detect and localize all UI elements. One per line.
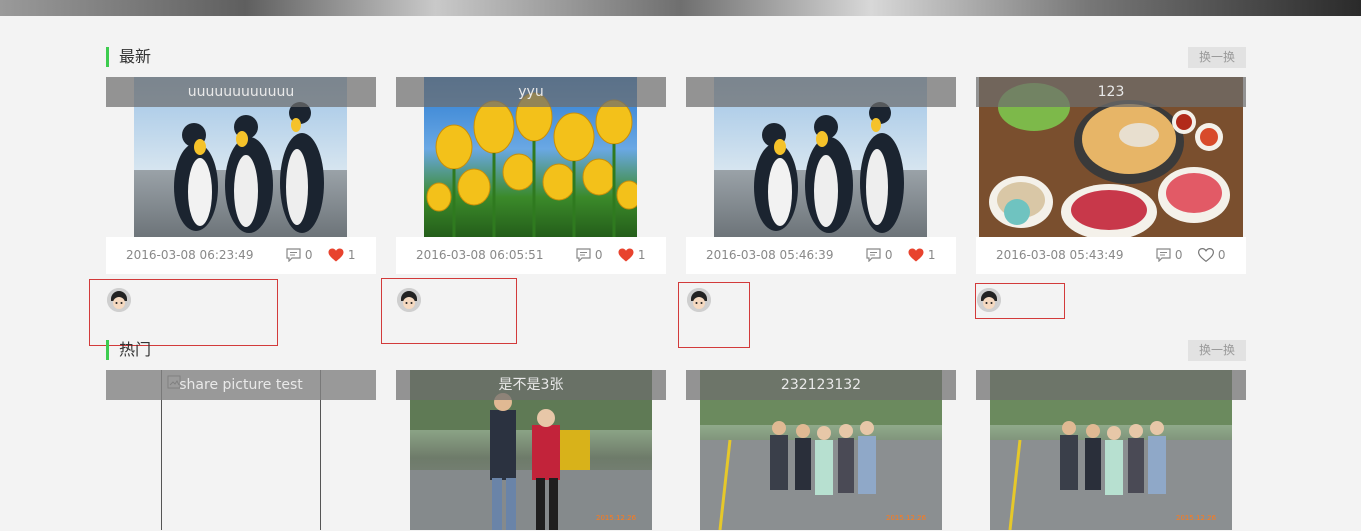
heart-filled-icon xyxy=(908,248,924,262)
like-button[interactable]: 1 xyxy=(328,248,355,262)
card-title[interactable]: share picture test xyxy=(106,370,376,400)
like-button[interactable]: 1 xyxy=(618,248,645,262)
card-date: 2016-03-08 05:43:49 xyxy=(996,248,1124,262)
card-title[interactable]: yyu xyxy=(396,77,666,107)
card-image-area[interactable]: 2015.12.26 232123132 xyxy=(686,370,956,530)
card-date: 2016-03-08 06:05:51 xyxy=(416,248,544,262)
comment-button[interactable]: 0 xyxy=(576,248,603,263)
card-image-area[interactable]: yyu xyxy=(396,77,666,237)
svg-text:2015.12.26: 2015.12.26 xyxy=(596,514,637,522)
user-avatar[interactable] xyxy=(397,288,421,312)
card-info-bar: 2016-03-08 05:43:49 0 0 xyxy=(976,237,1246,274)
comment-button[interactable]: 0 xyxy=(866,248,893,263)
comment-icon xyxy=(576,248,591,263)
comment-button[interactable]: 0 xyxy=(1156,248,1183,263)
heart-filled-icon xyxy=(328,248,344,262)
photo-card[interactable]: share picture test xyxy=(106,370,376,531)
svg-text:2015.12.26: 2015.12.26 xyxy=(1176,514,1217,522)
comment-icon xyxy=(286,248,301,263)
card-date: 2016-03-08 06:23:49 xyxy=(126,248,254,262)
photo-card[interactable]: 2015.12.26 232123132 xyxy=(686,370,956,531)
photo-card[interactable]: 2015.12.26 是不是3张 xyxy=(396,370,666,531)
card-title[interactable]: 是不是3张 xyxy=(396,370,666,400)
card-image-area[interactable] xyxy=(686,77,956,237)
card-title[interactable]: 123 xyxy=(976,77,1246,107)
user-avatar[interactable] xyxy=(687,288,711,312)
like-count: 1 xyxy=(347,248,356,262)
card-title[interactable]: 232123132 xyxy=(686,370,956,400)
comment-icon xyxy=(1156,248,1171,263)
photo-card[interactable]: 2016-03-08 05:46:39 0 1 xyxy=(686,77,956,274)
card-info-bar: 2016-03-08 05:46:39 0 1 xyxy=(686,237,956,274)
card-title[interactable] xyxy=(686,77,956,107)
card-image-area[interactable]: uuuuuuuuuuuu xyxy=(106,77,376,237)
card-info-bar: 2016-03-08 06:23:49 0 1 xyxy=(106,237,376,274)
card-title[interactable] xyxy=(976,370,1246,400)
top-banner-image xyxy=(0,0,1361,16)
swap-button-hot[interactable]: 换一换 xyxy=(1188,340,1246,361)
photo-card[interactable]: yyu 2016-03-08 06:05:51 0 1 xyxy=(396,77,666,274)
card-date: 2016-03-08 05:46:39 xyxy=(706,248,834,262)
comment-count: 0 xyxy=(884,248,893,262)
user-avatar[interactable] xyxy=(977,288,1001,312)
card-image-area[interactable]: share picture test xyxy=(106,370,376,530)
card-info-bar: 2016-03-08 06:05:51 0 1 xyxy=(396,237,666,274)
like-button[interactable]: 1 xyxy=(908,248,935,262)
section-title-latest: 最新 xyxy=(106,47,151,67)
swap-button-latest[interactable]: 换一换 xyxy=(1188,47,1246,68)
photo-card[interactable]: 2015.12.26 xyxy=(976,370,1246,531)
like-count: 0 xyxy=(1217,248,1226,262)
svg-text:2015.12.26: 2015.12.26 xyxy=(886,514,927,522)
like-count: 1 xyxy=(637,248,646,262)
comment-count: 0 xyxy=(1174,248,1183,262)
highlight-box xyxy=(381,278,517,344)
comment-count: 0 xyxy=(594,248,603,262)
card-image-area[interactable]: 2015.12.26 是不是3张 xyxy=(396,370,666,530)
photo-card[interactable]: uuuuuuuuuuuu 2016-03-08 06:23:49 0 1 xyxy=(106,77,376,274)
card-image-area[interactable]: 123 xyxy=(976,77,1246,237)
section-title-hot: 热门 xyxy=(106,340,151,360)
comment-icon xyxy=(866,248,881,263)
card-title[interactable]: uuuuuuuuuuuu xyxy=(106,77,376,107)
like-count: 1 xyxy=(927,248,936,262)
like-button[interactable]: 0 xyxy=(1197,247,1226,263)
photo-card[interactable]: 123 2016-03-08 05:43:49 0 0 xyxy=(976,77,1246,274)
user-avatar[interactable] xyxy=(107,288,131,312)
heart-filled-icon xyxy=(618,248,634,262)
comment-button[interactable]: 0 xyxy=(286,248,313,263)
card-image-area[interactable]: 2015.12.26 xyxy=(976,370,1246,530)
heart-outline-icon xyxy=(1197,247,1215,263)
comment-count: 0 xyxy=(304,248,313,262)
